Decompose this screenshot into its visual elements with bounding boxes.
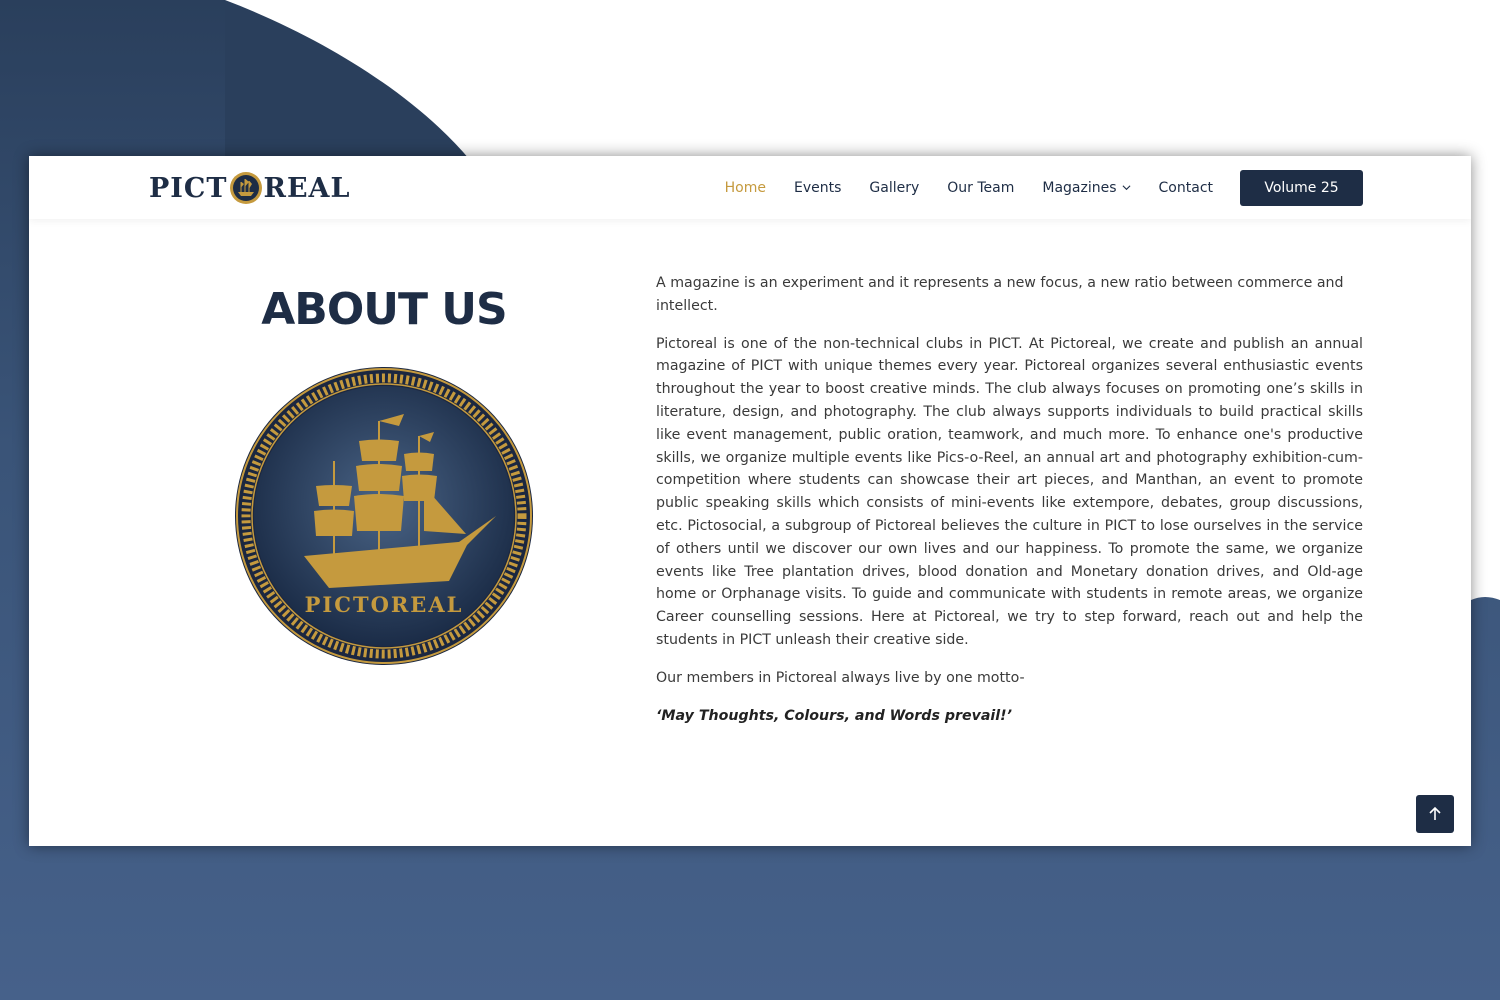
nav-contact[interactable]: Contact (1159, 180, 1213, 196)
logo-text-left: PICT (149, 172, 228, 204)
volume-25-button[interactable]: Volume 25 (1240, 170, 1363, 206)
pictoreal-badge-logo: PICTOREAL (235, 367, 533, 665)
arrow-up-icon (1429, 806, 1441, 820)
nav-our-team[interactable]: Our Team (947, 180, 1014, 196)
nav-events[interactable]: Events (794, 180, 841, 196)
main-paragraph: Pictoreal is one of the non-technical cl… (656, 335, 1363, 648)
navbar: PICT REAL Home Events Gallery Our Team M… (29, 156, 1471, 219)
logo-text-right: REAL (263, 172, 351, 204)
intro-paragraph: A magazine is an experiment and it repre… (656, 275, 1344, 314)
badge-text: PICTOREAL (305, 592, 464, 617)
nav-gallery[interactable]: Gallery (869, 180, 919, 196)
main-nav: Home Events Gallery Our Team Magazines C… (697, 156, 1213, 219)
browser-frame: PICT REAL Home Events Gallery Our Team M… (29, 156, 1471, 846)
about-us-heading: ABOUT US (261, 284, 507, 335)
site-logo[interactable]: PICT REAL (149, 170, 350, 206)
nav-magazines-label: Magazines (1042, 179, 1117, 196)
nav-home[interactable]: Home (725, 180, 766, 196)
logo-emblem-icon (229, 172, 262, 204)
motto-text: ‘May Thoughts, Colours, and Words prevai… (656, 707, 1013, 724)
nav-magazines[interactable]: Magazines (1042, 179, 1131, 196)
motto-intro: Our members in Pictoreal always live by … (656, 669, 1025, 686)
chevron-down-icon (1122, 185, 1131, 191)
about-content: A magazine is an experiment and it repre… (656, 272, 1363, 742)
scroll-to-top-button[interactable] (1416, 795, 1454, 833)
